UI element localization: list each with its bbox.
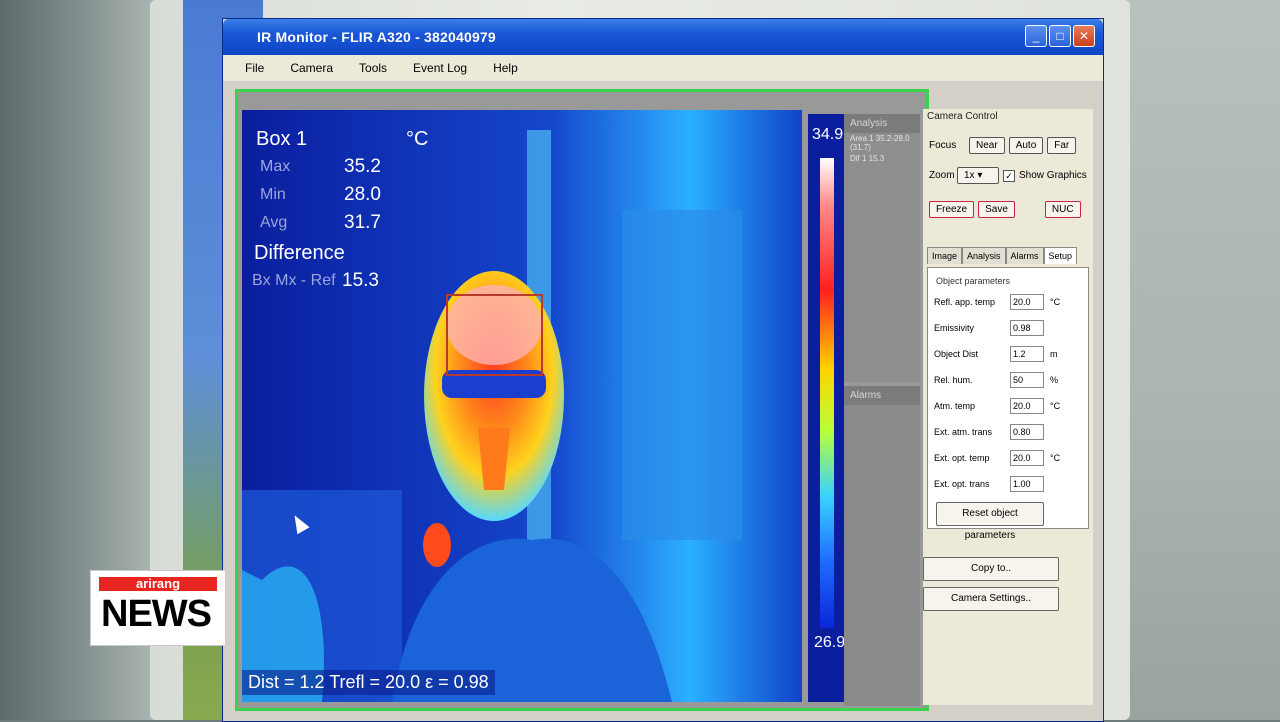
reset-object-parameters-button[interactable]: Reset object parameters bbox=[936, 502, 1044, 541]
box-title: Box 1 bbox=[256, 128, 308, 150]
window-title: IR Monitor - FLIR A320 - 382040979 bbox=[257, 29, 496, 45]
tab-setup[interactable]: Setup bbox=[1043, 247, 1078, 264]
param-input[interactable]: 1.2 bbox=[1010, 346, 1044, 362]
focus-row: Focus Near Auto Far bbox=[929, 137, 1077, 154]
param-row: Ext. opt. trans 1.00 bbox=[934, 474, 1084, 494]
difference-value: 15.3 bbox=[342, 270, 379, 291]
param-row: Object Dist 1.2 m bbox=[934, 344, 1084, 364]
camera-control-panel: Camera Control Focus Near Auto Far Zoom … bbox=[923, 109, 1093, 705]
show-graphics-label: Show Graphics bbox=[1019, 170, 1087, 181]
max-label: Max bbox=[260, 158, 291, 175]
min-label: Min bbox=[260, 186, 286, 203]
scale-min-value: 26.9 bbox=[814, 634, 846, 651]
param-input[interactable]: 0.98 bbox=[1010, 320, 1044, 336]
param-label: Emissivity bbox=[934, 323, 974, 333]
param-label: Ext. opt. temp bbox=[934, 453, 990, 463]
param-unit: m bbox=[1050, 349, 1058, 359]
control-tabs: Image Analysis Alarms Setup bbox=[927, 247, 1078, 264]
news-logo: arirang NEWS bbox=[90, 570, 226, 646]
analysis-title: Analysis bbox=[844, 114, 920, 133]
zoom-row: Zoom 1x ▾ ✓ Show Graphics bbox=[929, 167, 1087, 184]
camera-settings-button[interactable]: Camera Settings.. bbox=[923, 587, 1059, 611]
measurement-footer: Dist = 1.2 Trefl = 20.0 ε = 0.98 bbox=[242, 670, 495, 695]
focus-auto-button[interactable]: Auto bbox=[1008, 137, 1044, 154]
menu-help[interactable]: Help bbox=[493, 61, 518, 75]
param-row: Ext. opt. temp 20.0 °C bbox=[934, 448, 1084, 468]
alarms-panel: Alarms bbox=[844, 386, 920, 706]
param-label: Object Dist bbox=[934, 349, 979, 359]
param-label: Ext. atm. trans bbox=[934, 427, 993, 437]
setup-panel: Object parameters Refl. app. temp 20.0 °… bbox=[927, 267, 1089, 541]
menu-bar: File Camera Tools Event Log Help bbox=[223, 55, 1103, 81]
avg-value: 31.7 bbox=[344, 212, 381, 233]
menu-event-log[interactable]: Event Log bbox=[413, 61, 467, 75]
close-button[interactable]: ✕ bbox=[1073, 25, 1095, 47]
menu-tools[interactable]: Tools bbox=[359, 61, 387, 75]
difference-label: Bx Mx - Ref bbox=[252, 272, 336, 289]
param-label: Rel. hum. bbox=[934, 375, 973, 385]
zoom-select[interactable]: 1x ▾ bbox=[957, 167, 999, 184]
min-value: 28.0 bbox=[344, 184, 381, 205]
window-controls: _ □ ✕ bbox=[1025, 25, 1095, 47]
param-label: Refl. app. temp bbox=[934, 297, 996, 307]
param-label: Ext. opt. trans bbox=[934, 479, 990, 489]
max-value: 35.2 bbox=[344, 156, 381, 177]
param-row: Refl. app. temp 20.0 °C bbox=[934, 292, 1084, 312]
menu-camera[interactable]: Camera bbox=[290, 61, 333, 75]
focus-label: Focus bbox=[929, 140, 957, 151]
tab-alarms[interactable]: Alarms bbox=[1005, 247, 1044, 264]
param-input[interactable]: 20.0 bbox=[1010, 294, 1044, 310]
camera-control-title: Camera Control bbox=[927, 111, 998, 122]
menu-file[interactable]: File bbox=[245, 61, 264, 75]
freeze-button[interactable]: Freeze bbox=[929, 201, 975, 218]
param-input[interactable]: 0.80 bbox=[1010, 424, 1044, 440]
maximize-button[interactable]: □ bbox=[1049, 25, 1071, 47]
temperature-scale: 34.9 26.9 bbox=[808, 114, 846, 702]
param-row: Atm. temp 20.0 °C bbox=[934, 396, 1084, 416]
param-unit: °C bbox=[1050, 297, 1061, 307]
object-parameters-title: Object parameters bbox=[936, 276, 1011, 286]
zoom-label: Zoom bbox=[929, 170, 955, 181]
focus-far-button[interactable]: Far bbox=[1047, 137, 1077, 154]
tab-image[interactable]: Image bbox=[927, 247, 963, 264]
nuc-button[interactable]: NUC bbox=[1044, 201, 1081, 218]
param-input[interactable]: 20.0 bbox=[1010, 398, 1044, 414]
analysis-line: Dif 1 15.3 bbox=[850, 154, 885, 163]
tab-analysis[interactable]: Analysis bbox=[962, 247, 1006, 264]
unit-label: °C bbox=[406, 128, 429, 150]
title-bar[interactable]: IR Monitor - FLIR A320 - 382040979 _ □ ✕ bbox=[223, 19, 1103, 55]
param-row: Rel. hum. 50 % bbox=[934, 370, 1084, 390]
difference-title: Difference bbox=[254, 242, 345, 264]
param-label: Atm. temp bbox=[934, 401, 976, 411]
minimize-button[interactable]: _ bbox=[1025, 25, 1047, 47]
param-unit: % bbox=[1050, 375, 1059, 385]
scale-gradient bbox=[820, 158, 834, 628]
scale-max-value: 34.9 bbox=[812, 126, 844, 143]
param-row: Ext. atm. trans 0.80 bbox=[934, 422, 1084, 442]
thermal-image[interactable]: Box 1 °C Max 35.2 Min 28.0 Avg 31.7 Diff… bbox=[242, 110, 802, 702]
param-unit: °C bbox=[1050, 453, 1061, 463]
param-input[interactable]: 1.00 bbox=[1010, 476, 1044, 492]
alarms-title: Alarms bbox=[844, 386, 920, 405]
analysis-line: Area 1 35.2-28.0 (31.7) bbox=[850, 134, 910, 152]
param-unit: °C bbox=[1050, 401, 1061, 411]
param-input[interactable]: 20.0 bbox=[1010, 450, 1044, 466]
action-row: Freeze Save NUC bbox=[929, 201, 1081, 218]
param-input[interactable]: 50 bbox=[1010, 372, 1044, 388]
news-brand: arirang bbox=[99, 577, 217, 591]
focus-near-button[interactable]: Near bbox=[969, 137, 1005, 154]
chevron-down-icon: ▾ bbox=[977, 170, 983, 181]
thermal-view-frame: Box 1 °C Max 35.2 Min 28.0 Avg 31.7 Diff… bbox=[235, 89, 929, 711]
avg-label: Avg bbox=[260, 214, 288, 231]
param-row: Emissivity 0.98 bbox=[934, 318, 1084, 338]
analysis-panel: Analysis Area 1 35.2-28.0 (31.7) Dif 1 1… bbox=[844, 114, 920, 382]
thermal-image-graphic bbox=[242, 110, 802, 702]
news-word: NEWS bbox=[101, 593, 212, 635]
copy-to-button[interactable]: Copy to.. bbox=[923, 557, 1059, 581]
zoom-value: 1x bbox=[964, 170, 975, 181]
show-graphics-checkbox[interactable]: ✓ bbox=[1003, 169, 1015, 182]
save-button[interactable]: Save bbox=[978, 201, 1015, 218]
ir-monitor-window: IR Monitor - FLIR A320 - 382040979 _ □ ✕… bbox=[222, 18, 1104, 722]
